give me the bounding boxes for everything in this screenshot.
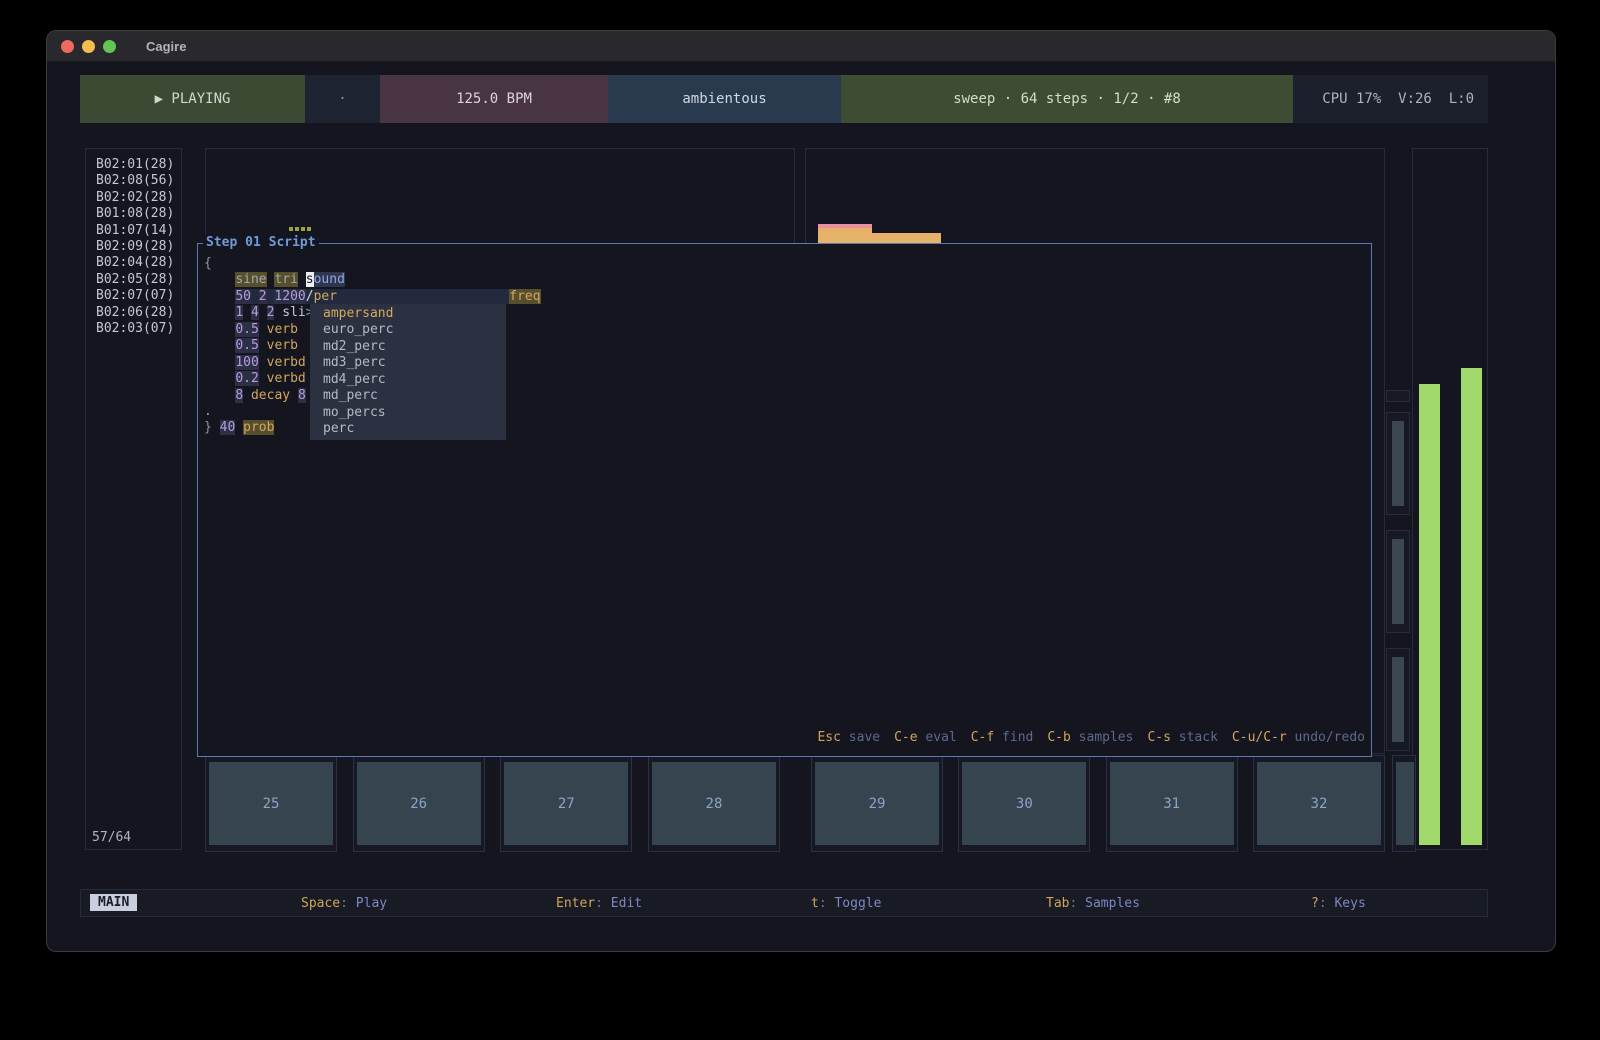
system-stats: CPU 17% V:26 L:0: [1293, 75, 1488, 123]
code-line: 50 2 1200/per freq: [204, 289, 541, 305]
sample-list-item[interactable]: B02:07(07): [86, 288, 181, 304]
waveform-display: [806, 149, 1384, 244]
editor-keybinds: Esc save C-e eval C-f find C-b samples C-s s…: [817, 730, 1365, 745]
keybind-hint: C-f find: [971, 730, 1034, 745]
window-titlebar: Cagire: [47, 31, 1555, 62]
activity-dots-icon: [289, 227, 311, 231]
step-cell-partial: [1392, 755, 1416, 852]
grid-slot: [1386, 530, 1410, 633]
step-cell[interactable]: 28: [648, 755, 780, 852]
sample-list-item[interactable]: B02:02(28): [86, 190, 181, 206]
sample-list-item[interactable]: B02:09(28): [86, 239, 181, 255]
sample-list: B02:01(28)B02:08(56)B02:02(28)B01:08(28)…: [86, 149, 181, 337]
key-hint: Space: Play: [301, 896, 387, 911]
sample-list-item[interactable]: B02:08(56): [86, 173, 181, 189]
status-bar: ▶ PLAYING · 125.0 BPM ambientous sweep ·…: [80, 75, 1488, 123]
grid-slot-partial: [1386, 390, 1410, 402]
grid-slot-cell: [1392, 421, 1404, 506]
sample-list-item[interactable]: B02:04(28): [86, 255, 181, 271]
autocomplete-item[interactable]: md2_perc: [310, 339, 506, 355]
grid-slot-cell: [1392, 539, 1404, 624]
autocomplete-item[interactable]: ampersand: [310, 306, 506, 322]
autocomplete-item[interactable]: mo_percs: [310, 405, 506, 421]
bottom-status-bar: MAIN Space: Play Enter: Edit t: Toggle Tab:…: [80, 889, 1488, 917]
sample-list-item[interactable]: B01:07(14): [86, 223, 181, 239]
window-title: Cagire: [146, 39, 186, 54]
sample-list-item[interactable]: B02:01(28): [86, 157, 181, 173]
step-cell-number: 26: [357, 762, 481, 845]
autocomplete-item[interactable]: perc: [310, 421, 506, 437]
transport-status[interactable]: ▶ PLAYING: [80, 75, 305, 123]
app-screen: Cagire ▶ PLAYING · 125.0 BPM ambientous …: [0, 0, 1600, 1040]
code-line: {: [204, 256, 541, 272]
level-meters-panel: [1412, 148, 1488, 850]
step-cell-number: 32: [1257, 762, 1381, 845]
keybind-hint: C-b samples: [1047, 730, 1133, 745]
bpm-indicator[interactable]: 125.0 BPM: [380, 75, 608, 123]
keybind-hint: C-s stack: [1147, 730, 1217, 745]
step-cell-number: 29: [815, 762, 939, 845]
key-hint: ?: Keys: [1311, 896, 1366, 911]
step-cell[interactable]: 26: [353, 755, 485, 852]
step-cell[interactable]: 29: [811, 755, 943, 852]
sample-list-item[interactable]: B01:08(28): [86, 206, 181, 222]
sample-list-item[interactable]: B02:06(28): [86, 305, 181, 321]
keybind-hint: C-e eval: [894, 730, 957, 745]
grid-slot-cell: [1392, 657, 1404, 742]
grid-slot: [1386, 412, 1410, 515]
minimize-window-icon[interactable]: [82, 40, 95, 53]
autocomplete-dropdown[interactable]: ampersandeuro_percmd2_percmd3_percmd4_pe…: [310, 304, 506, 440]
level-meter-bar-right: [1461, 368, 1482, 845]
step-cell-number: 25: [209, 762, 333, 845]
mode-badge: MAIN: [90, 894, 137, 911]
key-hint: t: Toggle: [811, 896, 881, 911]
step-counter: 57/64: [92, 830, 131, 845]
sample-list-panel: B02:01(28)B02:08(56)B02:02(28)B01:08(28)…: [85, 148, 182, 850]
step-cell-number: 28: [652, 762, 776, 845]
step-cell[interactable]: 25: [205, 755, 337, 852]
autocomplete-item[interactable]: md3_perc: [310, 355, 506, 371]
step-cell[interactable]: 31: [1106, 755, 1238, 852]
sample-list-item[interactable]: B02:05(28): [86, 272, 181, 288]
grid-slot: [1386, 648, 1410, 751]
step-row-right: 29 30 31 32: [811, 755, 1385, 852]
level-meter-bar-left: [1419, 384, 1440, 845]
status-separator: ·: [305, 75, 380, 123]
key-hint: Enter: Edit: [556, 896, 642, 911]
step-cell[interactable]: 32: [1253, 755, 1385, 852]
zoom-window-icon[interactable]: [103, 40, 116, 53]
autocomplete-item[interactable]: md_perc: [310, 388, 506, 404]
waveform-bar: [818, 224, 872, 244]
step-cell[interactable]: 27: [500, 755, 632, 852]
keybind-hint: C-u/C-r undo/redo: [1232, 730, 1365, 745]
sample-list-item[interactable]: B02:03(07): [86, 321, 181, 337]
pattern-info: sweep · 64 steps · 1/2 · #8: [841, 75, 1293, 123]
step-row-left: 25 26 27 28: [205, 755, 780, 852]
key-hint: Tab: Samples: [1046, 896, 1140, 911]
autocomplete-item[interactable]: euro_perc: [310, 322, 506, 338]
close-window-icon[interactable]: [61, 40, 74, 53]
step-cell-number: 27: [504, 762, 628, 845]
keybind-hint: Esc save: [817, 730, 880, 745]
step-cell-number: 30: [962, 762, 1086, 845]
project-name: ambientous: [608, 75, 841, 123]
autocomplete-item[interactable]: md4_perc: [310, 372, 506, 388]
step-cell[interactable]: 30: [958, 755, 1090, 852]
code-line: sine tri sound: [204, 272, 541, 288]
editor-title: Step 01 Script: [203, 235, 319, 250]
step-cell-number: 31: [1110, 762, 1234, 845]
